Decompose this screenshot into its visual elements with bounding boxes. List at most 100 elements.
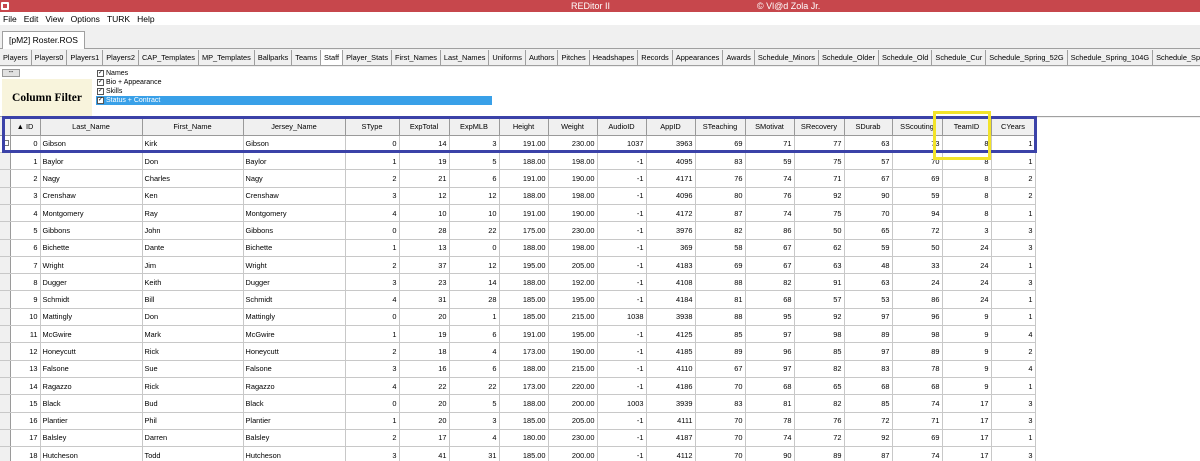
table-cell[interactable]: 17 xyxy=(942,429,992,448)
table-cell[interactable]: Mattingly xyxy=(243,308,346,327)
table-cell[interactable]: 90 xyxy=(844,187,893,205)
table-cell[interactable]: 3 xyxy=(991,412,1036,430)
table-cell[interactable]: 11 xyxy=(10,325,41,344)
table-cell[interactable]: 31 xyxy=(449,446,500,461)
table-cell[interactable]: Falsone xyxy=(243,360,346,378)
row-selector[interactable] xyxy=(0,204,11,223)
table-cell[interactable]: 195.00 xyxy=(548,290,598,309)
table-cell[interactable]: 24 xyxy=(942,256,992,275)
tab-players[interactable]: Players xyxy=(0,50,32,65)
menu-turk[interactable]: TURK xyxy=(104,12,134,25)
table-cell[interactable]: 230.00 xyxy=(548,135,598,154)
table-cell[interactable]: 85 xyxy=(844,394,893,413)
table-cell[interactable]: Hutcheson xyxy=(40,446,143,461)
table-cell[interactable]: Black xyxy=(243,394,346,413)
table-cell[interactable]: 94 xyxy=(892,204,943,223)
table-cell[interactable]: 205.00 xyxy=(548,412,598,430)
row-selector[interactable] xyxy=(0,377,11,396)
table-cell[interactable]: 5 xyxy=(449,394,500,413)
table-cell[interactable]: 1 xyxy=(991,308,1036,327)
tab-player-stats[interactable]: Player_Stats xyxy=(343,50,393,65)
table-cell[interactable]: 57 xyxy=(794,290,845,309)
table-cell[interactable]: 86 xyxy=(892,290,943,309)
table-cell[interactable]: Hutcheson xyxy=(243,446,346,461)
table-cell[interactable]: 12 xyxy=(449,187,500,205)
table-cell[interactable]: 22 xyxy=(449,377,500,396)
table-cell[interactable]: 17 xyxy=(942,446,992,461)
table-cell[interactable]: 4183 xyxy=(646,256,696,275)
table-cell[interactable]: 82 xyxy=(794,360,845,378)
table-cell[interactable]: 198.00 xyxy=(548,152,598,171)
table-cell[interactable]: 198.00 xyxy=(548,187,598,205)
row-selector[interactable] xyxy=(0,360,11,378)
table-cell[interactable]: 191.00 xyxy=(499,135,549,154)
table-cell[interactable]: 92 xyxy=(794,187,845,205)
table-cell[interactable]: 63 xyxy=(844,273,893,292)
table-cell[interactable]: Falsone xyxy=(40,360,143,378)
checkbox-checked-icon[interactable]: ✓ xyxy=(97,70,104,77)
table-cell[interactable]: -1 xyxy=(597,412,647,430)
table-cell[interactable]: 83 xyxy=(844,360,893,378)
tab-records[interactable]: Records xyxy=(638,50,673,65)
table-cell[interactable]: 3 xyxy=(991,239,1036,257)
table-cell[interactable]: 369 xyxy=(646,239,696,257)
table-cell[interactable]: -1 xyxy=(597,342,647,361)
table-cell[interactable]: 185.00 xyxy=(499,308,549,327)
table-cell[interactable]: 190.00 xyxy=(548,169,598,188)
tab-teams[interactable]: Teams xyxy=(292,50,322,65)
table-cell[interactable]: 76 xyxy=(745,187,795,205)
table-cell[interactable]: 4187 xyxy=(646,429,696,448)
row-selector[interactable] xyxy=(0,187,11,205)
table-row[interactable]: 16 Plantier Phil Plantier 1 20 3 185.00 205.00 -1… xyxy=(0,412,1036,430)
table-cell[interactable]: 12 xyxy=(399,187,450,205)
table-cell[interactable]: 10 xyxy=(449,204,500,223)
table-cell[interactable]: -1 xyxy=(597,273,647,292)
collapse-button[interactable]: -- xyxy=(2,69,20,77)
table-cell[interactable]: 71 xyxy=(745,135,795,154)
table-cell[interactable]: 4 xyxy=(449,342,500,361)
table-cell[interactable]: 9 xyxy=(942,360,992,378)
table-row[interactable]: 2 Nagy Charles Nagy 2 21 6 191.00 190.00 -1 4171 76… xyxy=(0,169,1036,188)
table-cell[interactable]: 62 xyxy=(794,239,845,257)
table-cell[interactable]: 53 xyxy=(844,290,893,309)
table-cell[interactable]: Gibson xyxy=(40,135,143,154)
table-cell[interactable]: Dante xyxy=(142,239,244,257)
table-cell[interactable]: Keith xyxy=(142,273,244,292)
table-cell[interactable]: 1 xyxy=(991,290,1036,309)
table-cell[interactable]: 28 xyxy=(449,290,500,309)
table-cell[interactable]: 76 xyxy=(794,412,845,430)
row-selector[interactable] xyxy=(0,446,11,461)
table-cell[interactable]: 3963 xyxy=(646,135,696,154)
column-header-lastname[interactable]: Last_Name xyxy=(40,118,143,136)
table-cell[interactable]: -1 xyxy=(597,446,647,461)
table-cell[interactable]: 4 xyxy=(345,377,400,396)
table-cell[interactable]: 48 xyxy=(844,256,893,275)
table-row[interactable]: 4 Montgomery Ray Montgomery 4 10 10 191.00 190.0… xyxy=(0,204,1036,223)
table-cell[interactable]: 1 xyxy=(345,325,400,344)
table-cell[interactable]: 72 xyxy=(794,429,845,448)
table-cell[interactable]: 71 xyxy=(794,169,845,188)
table-cell[interactable]: Kirk xyxy=(142,135,244,154)
checkbox-checked-icon[interactable]: ✓ xyxy=(97,88,104,95)
table-cell[interactable]: 91 xyxy=(794,273,845,292)
table-cell[interactable]: McGwire xyxy=(243,325,346,344)
column-header-steaching[interactable]: STeaching xyxy=(695,118,746,136)
table-cell[interactable]: 3 xyxy=(991,221,1036,240)
table-cell[interactable]: 2 xyxy=(10,169,41,188)
tab-players1[interactable]: Players1 xyxy=(67,50,104,65)
table-cell[interactable]: 215.00 xyxy=(548,308,598,327)
table-cell[interactable]: 173.00 xyxy=(499,377,549,396)
table-cell[interactable]: 87 xyxy=(695,204,746,223)
table-cell[interactable]: Crenshaw xyxy=(40,187,143,205)
table-cell[interactable]: 4171 xyxy=(646,169,696,188)
table-row[interactable]: 9 Schmidt Bill Schmidt 4 31 28 185.00 195.00 -1 41… xyxy=(0,290,1036,309)
tab-schedule-cur[interactable]: Schedule_Cur xyxy=(932,50,987,65)
table-cell[interactable]: 6 xyxy=(10,239,41,257)
table-cell[interactable]: 190.00 xyxy=(548,204,598,223)
menu-edit[interactable]: Edit xyxy=(21,12,43,25)
table-cell[interactable]: 97 xyxy=(844,308,893,327)
table-cell[interactable]: -1 xyxy=(597,169,647,188)
table-cell[interactable]: 180.00 xyxy=(499,429,549,448)
tab-cap-templates[interactable]: CAP_Templates xyxy=(139,50,199,65)
tab-players0[interactable]: Players0 xyxy=(32,50,68,65)
